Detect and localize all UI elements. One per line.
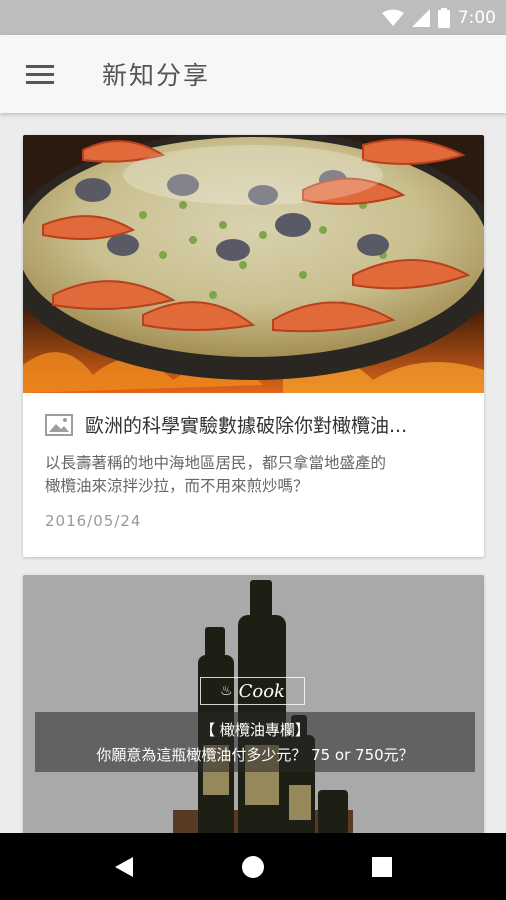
chef-hat-icon: ♨ <box>220 683 233 699</box>
page-title: 新知分享 <box>102 61 211 90</box>
app-bar: 新知分享 <box>0 35 506 113</box>
cellular-signal-icon <box>411 8 430 27</box>
article-feed[interactable]: 歐洲的科學實驗數據破除你對橄欖油... 以長壽著稱的地中海地區居民，都只拿當地盛… <box>0 113 506 833</box>
article-overlay[interactable]: 【 橄欖油專欄】 你願意為這瓶橄欖油付多少元？ 75 or 750元？ <box>35 712 475 772</box>
battery-icon <box>437 7 450 28</box>
badge-label: Cook <box>238 680 285 702</box>
menu-button[interactable] <box>10 44 70 104</box>
article-excerpt: 以長壽著稱的地中海地區居民，都只拿當地盛產的 橄欖油來涼拌沙拉，而不用來煎炒嗎？ <box>45 452 462 498</box>
home-button[interactable] <box>228 842 278 892</box>
status-time: 7:00 <box>457 7 496 28</box>
article-card[interactable]: 歐洲的科學實驗數據破除你對橄欖油... 以長壽著稱的地中海地區居民，都只拿當地盛… <box>23 135 484 557</box>
article-excerpt-line: 以長壽著稱的地中海地區居民，都只拿當地盛產的 <box>45 454 387 472</box>
recents-icon <box>371 856 392 877</box>
article-title-row: 歐洲的科學實驗數據破除你對橄欖油... <box>45 411 462 438</box>
navigation-bar <box>0 833 506 900</box>
recents-button[interactable] <box>357 842 407 892</box>
wifi-icon <box>381 9 404 26</box>
home-icon <box>241 855 264 878</box>
back-icon <box>115 856 134 877</box>
article-excerpt-line: 橄欖油來涼拌沙拉，而不用來煎炒嗎？ <box>45 477 309 495</box>
cook-badge: ♨ Cook <box>200 677 305 705</box>
overlay-title: 【 橄欖油專欄】 <box>200 721 310 739</box>
article-card[interactable]: ♨ Cook 【 橄欖油專欄】 你願意為這瓶橄欖油付多少元？ 75 or 750… <box>23 575 484 833</box>
image-icon <box>45 413 73 436</box>
status-bar: 7:00 <box>0 0 506 35</box>
article-image <box>23 135 484 393</box>
article-body: 歐洲的科學實驗數據破除你對橄欖油... 以長壽著稱的地中海地區居民，都只拿當地盛… <box>23 393 484 530</box>
article-title[interactable]: 歐洲的科學實驗數據破除你對橄欖油... <box>85 411 462 438</box>
article-date: 2016/05/24 <box>45 512 142 530</box>
hamburger-menu-icon <box>26 65 54 84</box>
back-button[interactable] <box>99 842 149 892</box>
overlay-subtitle: 你願意為這瓶橄欖油付多少元？ 75 or 750元？ <box>96 746 414 764</box>
